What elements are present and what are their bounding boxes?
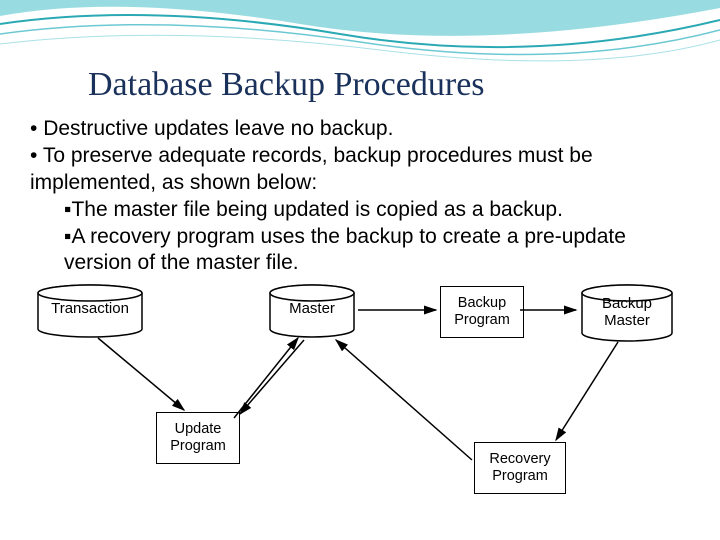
subbullet-2-text: A recovery program uses the backup to cr… (64, 225, 626, 275)
header-wave (0, 0, 720, 66)
subbullet-2: ▪A recovery program uses the backup to c… (30, 224, 690, 278)
subbullet-1: ▪The master file being updated is copied… (30, 197, 690, 224)
bullet-2-text: To preserve adequate records, backup pro… (30, 144, 593, 194)
body-text: • Destructive updates leave no backup. •… (30, 116, 690, 277)
diagram-arrows (36, 284, 684, 504)
bullet-1: • Destructive updates leave no backup. (30, 116, 690, 143)
slide-title: Database Backup Procedures (88, 66, 485, 104)
flow-diagram: Transaction Master BackupMaster UpdatePr… (36, 284, 684, 504)
subbullet-1-text: The master file being updated is copied … (71, 198, 562, 221)
bullet-2: • To preserve adequate records, backup p… (30, 143, 690, 197)
bullet-1-text: Destructive updates leave no backup. (43, 117, 393, 140)
